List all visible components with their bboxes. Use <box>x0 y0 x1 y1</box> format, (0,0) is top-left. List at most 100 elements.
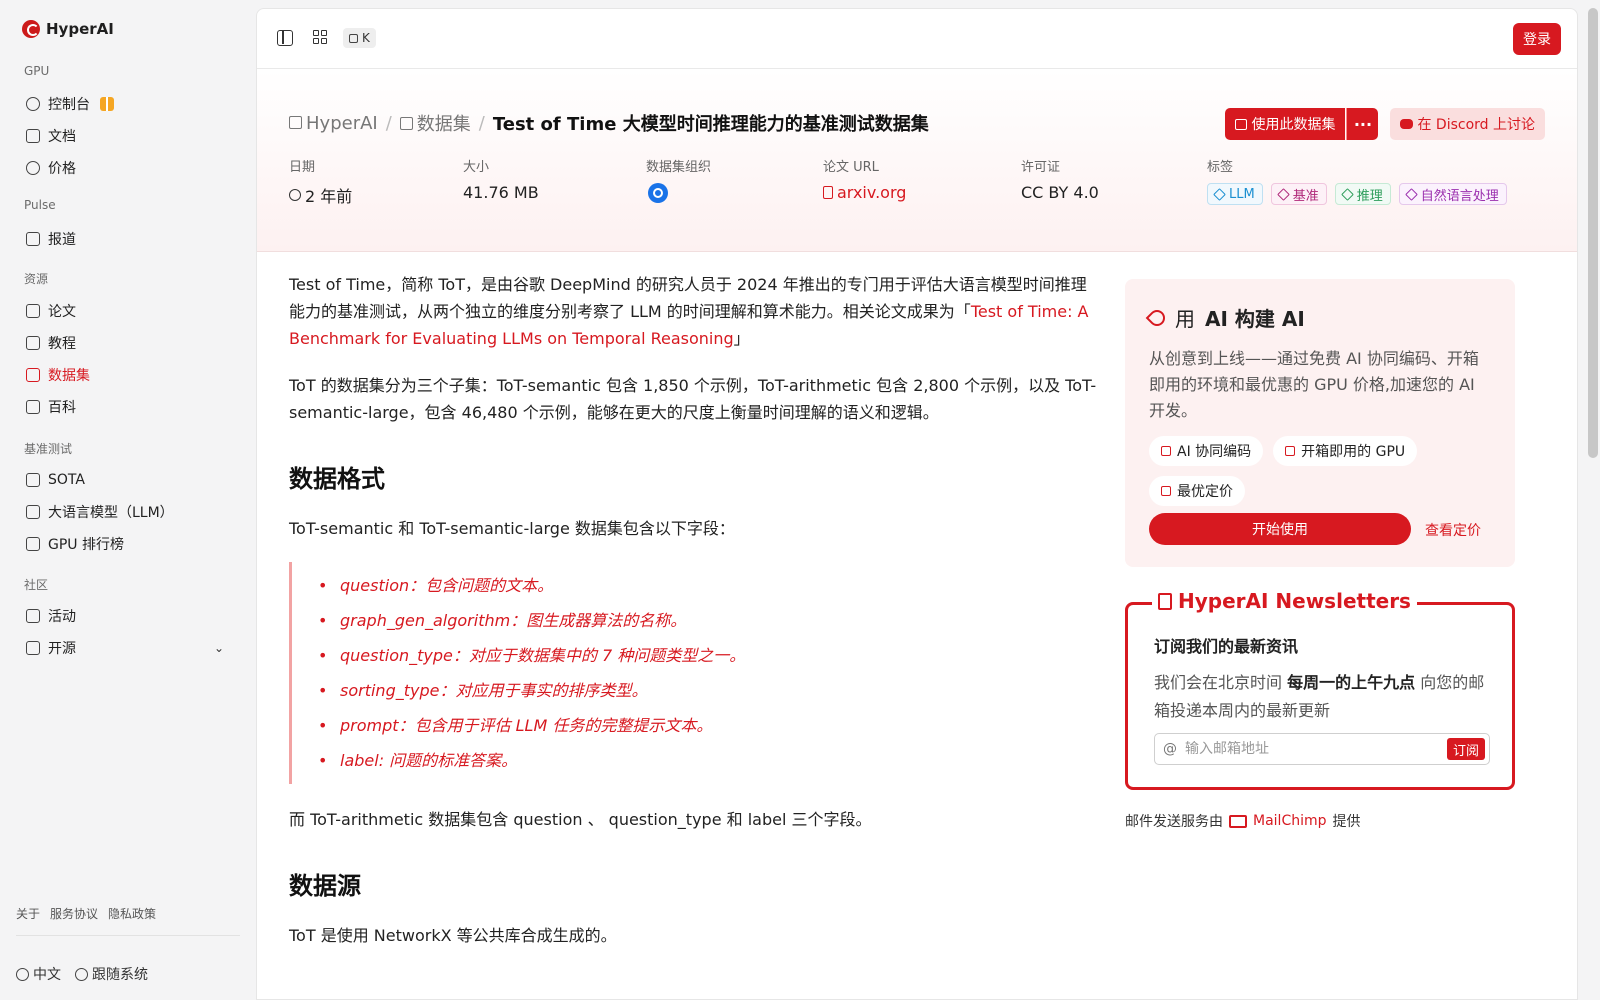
sidebar-item-label: 活动 <box>48 609 76 625</box>
footer-divider <box>16 935 240 936</box>
book-icon <box>26 336 40 350</box>
section-label-pulse: Pulse <box>24 198 56 212</box>
sidebar-item-datasets[interactable]: 数据集 <box>16 361 236 389</box>
footer-link-privacy[interactable]: 隐私政策 <box>108 905 156 922</box>
sparkles-icon <box>26 505 40 519</box>
newsletter-title-text: HyperAI Newsletters <box>1178 589 1411 613</box>
tag-icon <box>1213 187 1226 201</box>
apps-grid-icon[interactable] <box>313 30 329 46</box>
sidebar-item-pricing[interactable]: 价格 <box>16 154 236 182</box>
newsletter-card: HyperAI Newsletters 订阅我们的最新资讯 我们会在北京时间 每… <box>1125 589 1515 790</box>
email-input[interactable] <box>1185 741 1447 757</box>
subscribe-button[interactable]: 订阅 <box>1446 738 1485 760</box>
use-dataset-label: 使用此数据集 <box>1251 117 1336 133</box>
mailchimp-link[interactable]: MailChimp <box>1229 813 1327 829</box>
subsets-paragraph: ToT 的数据集分为三个子集：ToT-semantic 包含 1,850 个示例… <box>289 376 1097 422</box>
sidebar-item-label: 教程 <box>48 336 76 352</box>
chip-gpu: 开箱即用的 GPU <box>1273 436 1418 466</box>
breadcrumb: HyperAI / 数据集 / Test of Time 大模型时间推理能力的基… <box>289 110 929 136</box>
chip-label: AI 协同编码 <box>1177 444 1252 460</box>
view-pricing-link[interactable]: 查看定价 <box>1425 520 1481 540</box>
page-scrollbar[interactable] <box>1588 8 1598 458</box>
breadcrumb-separator: / <box>385 112 392 134</box>
list-item: label: 问题的标准答案。 <box>318 743 1099 778</box>
discord-discuss-button[interactable]: 在 Discord 上讨论 <box>1390 108 1545 140</box>
sidebar-item-label: SOTA <box>48 472 85 488</box>
footer-link-terms[interactable]: 服务协议 <box>50 905 98 922</box>
fields-list: question：包含问题的文本。 graph_gen_algorithm：图生… <box>289 562 1099 784</box>
sidebar-item-docs[interactable]: 文档 <box>16 122 236 150</box>
bar-chart-icon <box>26 473 40 487</box>
chip-label: 开箱即用的 GPU <box>1301 444 1406 460</box>
google-deepmind-logo-icon[interactable] <box>648 183 668 203</box>
footer-links: 关于 服务协议 隐私政策 <box>16 905 156 922</box>
breadcrumb-datasets[interactable]: 数据集 <box>399 110 471 136</box>
shortcut-key: K <box>362 31 370 45</box>
header-actions: 使用此数据集 ··· 在 Discord 上讨论 <box>1225 108 1545 140</box>
breadcrumb-home[interactable]: HyperAI <box>289 113 378 134</box>
paper-icon <box>26 304 40 318</box>
feature-chips: AI 协同编码 开箱即用的 GPU 最优定价 <box>1149 436 1491 506</box>
login-button[interactable]: 登录 <box>1513 23 1561 55</box>
sidebar-item-papers[interactable]: 论文 <box>16 297 236 325</box>
meta-date: 日期 2 年前 <box>289 156 352 207</box>
meta-organization: 数据集组织 <box>646 156 711 203</box>
sidebar-toggle-icon[interactable] <box>277 30 293 46</box>
list-icon <box>26 641 40 655</box>
section-label-resources: 资源 <box>24 272 49 286</box>
sidebar-item-news[interactable]: 报道 <box>16 225 236 253</box>
tag-llm[interactable]: LLM <box>1207 183 1263 205</box>
theme-icon <box>75 968 88 981</box>
tag-label: 自然语言处理 <box>1420 188 1499 204</box>
tag-icon <box>1404 187 1418 201</box>
section-label-community: 社区 <box>24 578 49 592</box>
get-started-button[interactable]: 开始使用 <box>1149 513 1411 545</box>
tag-label: LLM <box>1229 186 1255 202</box>
sidebar-item-label: 数据集 <box>48 368 90 384</box>
sidebar-item-label: 开源 <box>48 641 76 657</box>
breadcrumb-datasets-label: 数据集 <box>416 114 471 135</box>
home-icon <box>289 115 302 129</box>
paper-link[interactable]: arxiv.org <box>823 183 906 202</box>
list-item: prompt：包含用于评估 LLM 任务的完整提示文本。 <box>318 708 1099 743</box>
chip-ai-coding: AI 协同编码 <box>1149 436 1264 466</box>
command-shortcut[interactable]: K <box>343 28 376 48</box>
sidebar-item-console[interactable]: 控制台 <box>16 90 236 118</box>
dataset-description: Test of Time，简称 ToT，是由谷歌 DeepMind 的研究人员于… <box>289 271 1099 969</box>
list-item: question：包含问题的文本。 <box>318 568 1099 603</box>
sidebar-item-sota[interactable]: SOTA <box>16 466 236 494</box>
sidebar-item-gpu-leaderboard[interactable]: GPU 排行榜 <box>16 530 236 558</box>
sidebar-item-label: GPU 排行榜 <box>48 537 124 553</box>
language-switcher[interactable]: 中文 <box>16 964 61 984</box>
use-dataset-button[interactable]: 使用此数据集 <box>1225 108 1346 140</box>
tag-nlp[interactable]: 自然语言处理 <box>1398 183 1507 205</box>
meta-date-label: 日期 <box>289 160 316 175</box>
theme-switcher[interactable]: 跟随系统 <box>75 964 148 984</box>
footer-settings: 中文 跟随系统 <box>16 964 148 984</box>
meta-org-label: 数据集组织 <box>646 160 712 175</box>
file-icon <box>823 186 833 199</box>
footer-link-about[interactable]: 关于 <box>16 905 40 922</box>
sidebar-item-tutorials[interactable]: 教程 <box>16 329 236 357</box>
sidebar-item-wiki[interactable]: 百科 <box>16 393 236 421</box>
tag-benchmark[interactable]: 基准 <box>1270 183 1327 205</box>
language-label: 中文 <box>33 967 61 983</box>
hyperai-logo-icon <box>22 20 40 38</box>
section-heading-format: 数据格式 <box>289 465 385 493</box>
sidebar-item-open-source[interactable]: 开源 ⌄ <box>16 634 236 662</box>
chip-icon <box>26 537 40 551</box>
tag-reasoning[interactable]: 推理 <box>1334 183 1391 205</box>
more-options-button[interactable]: ··· <box>1346 108 1379 140</box>
list-item: sorting_type：对应用于事实的排序类型。 <box>318 673 1099 708</box>
dashboard-icon <box>26 97 40 111</box>
brand-logo[interactable]: HyperAI <box>22 20 114 38</box>
meta-paper-url: 论文 URL arxiv.org <box>823 156 906 202</box>
sidebar-item-label: 论文 <box>48 304 76 320</box>
sidebar-item-llm[interactable]: 大语言模型（LLM） <box>16 498 236 526</box>
page-title: Test of Time 大模型时间推理能力的基准测试数据集 <box>492 114 929 135</box>
sidebar-item-events[interactable]: 活动 <box>16 602 236 630</box>
database-icon <box>399 117 413 130</box>
intro-text: Test of Time，简称 ToT，是由谷歌 DeepMind 的研究人员于… <box>289 275 1087 321</box>
sidebar-item-label: 报道 <box>48 232 76 248</box>
meta-license: 许可证 CC BY 4.0 <box>1021 156 1099 202</box>
